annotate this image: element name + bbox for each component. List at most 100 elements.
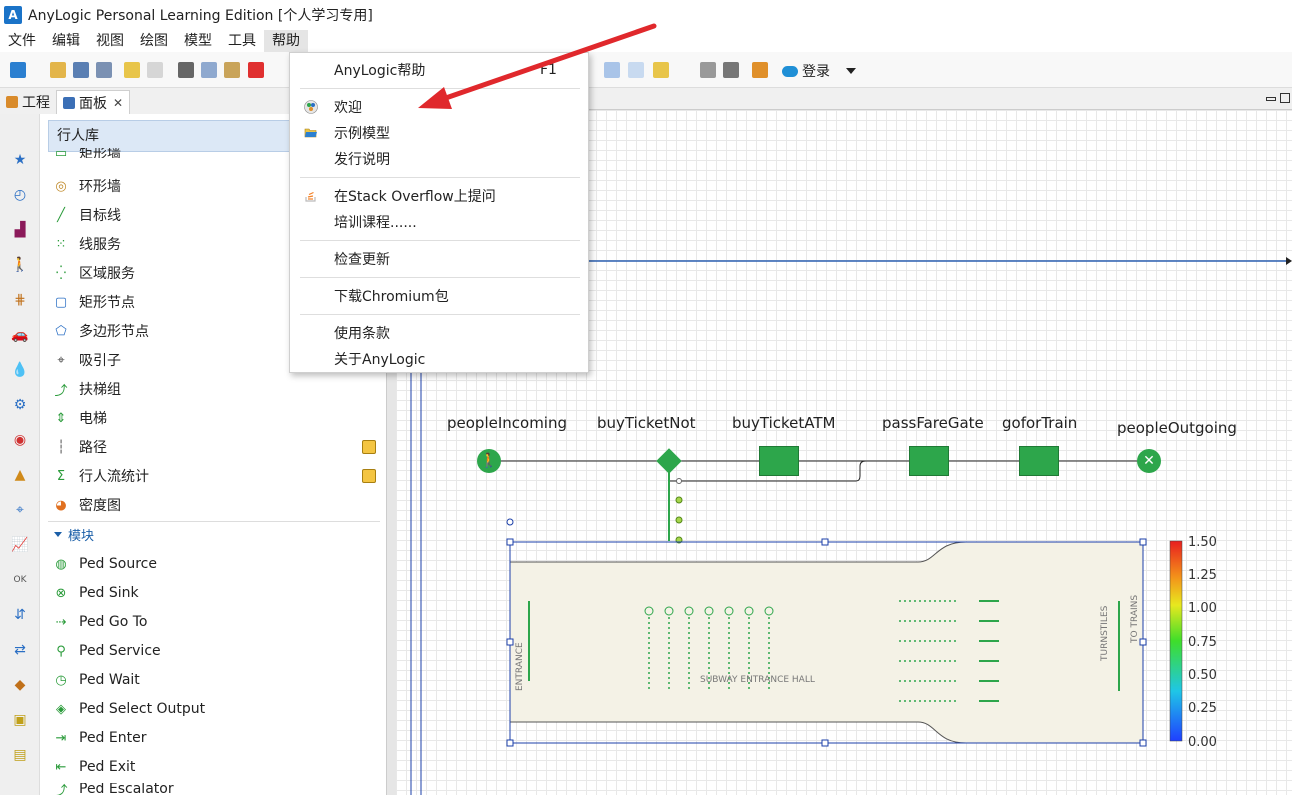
ped-service-block-fare-gate[interactable]	[909, 446, 949, 476]
palette-item-polygon-node[interactable]: ⬠ 多边形节点	[52, 320, 149, 342]
login-dropdown-icon[interactable]	[846, 68, 856, 74]
copy-icon[interactable]	[201, 62, 217, 78]
edit-path-icon[interactable]	[362, 440, 376, 454]
menu-item-release-notes[interactable]: 发行说明	[290, 147, 588, 171]
selection-handle[interactable]	[506, 739, 514, 747]
redo-icon[interactable]	[147, 62, 163, 78]
open-icon[interactable]	[50, 62, 66, 78]
new-model-icon[interactable]	[10, 62, 26, 78]
palette-item-label: Ped Go To	[79, 614, 148, 630]
menu-item-welcome[interactable]: 欢迎	[290, 95, 588, 119]
rail-library-icon[interactable]: ⋕	[10, 290, 30, 310]
cut-icon[interactable]	[178, 62, 194, 78]
menu-item-about-anylogic[interactable]: 关于AnyLogic	[290, 347, 588, 371]
save-all-icon[interactable]	[96, 62, 112, 78]
palette-item-ped-wait[interactable]: ◷ Ped Wait	[52, 669, 139, 691]
snap-icon[interactable]	[628, 62, 644, 78]
pictures-icon[interactable]: ◆	[10, 675, 30, 695]
palette-item-ped-go-to[interactable]: ⇢ Ped Go To	[52, 611, 148, 633]
minimize-icon[interactable]	[1266, 97, 1276, 101]
palette-item-ped-select-output[interactable]: ◈ Ped Select Output	[52, 698, 205, 720]
ped-source-block[interactable]: 🚶	[477, 449, 501, 473]
rotation-handle[interactable]	[506, 518, 514, 526]
selection-handle[interactable]	[506, 638, 514, 646]
space-markup-icon[interactable]: ⌖	[10, 500, 30, 520]
blocks-section-header[interactable]: 模块	[48, 521, 380, 547]
palette-item-flow-statistics[interactable]: Σ 行人流统计	[52, 465, 149, 487]
pedestrian-library-icon[interactable]: 🚶	[10, 255, 30, 275]
run-config-icon[interactable]	[723, 62, 739, 78]
palette-item-ring-wall[interactable]: ◎ 环形墙	[52, 175, 121, 197]
save-icon[interactable]	[73, 62, 89, 78]
palette-item-attractor[interactable]: ⌖ 吸引子	[52, 349, 121, 371]
edit-flow-statistics-icon[interactable]	[362, 469, 376, 483]
statechart-icon[interactable]: ◉	[10, 430, 30, 450]
menu-item-training-courses[interactable]: 培训课程......	[290, 210, 588, 234]
ped-sink-block[interactable]: ✕	[1137, 449, 1161, 473]
menu-view[interactable]: 视图	[88, 30, 132, 52]
maximize-icon[interactable]	[1280, 93, 1290, 103]
menu-item-terms-of-use[interactable]: 使用条款	[290, 321, 588, 345]
menu-item-check-updates[interactable]: 检查更新	[290, 247, 588, 271]
tab-palette[interactable]: 面板 ✕	[56, 90, 131, 114]
undo-icon[interactable]	[124, 62, 140, 78]
menu-item-anylogic-help[interactable]: AnyLogic帮助 F1	[290, 58, 588, 82]
selection-handle[interactable]	[1139, 638, 1147, 646]
road-library-icon[interactable]: 🚗	[10, 325, 30, 345]
palette-item-ped-source[interactable]: ◍ Ped Source	[52, 553, 157, 575]
controls-icon[interactable]: OK	[10, 570, 30, 590]
agent-library-icon[interactable]: ◴	[10, 185, 30, 205]
folder-icon[interactable]: ▤	[10, 745, 30, 765]
palette-item-rect-wall[interactable]: ▭ 矩形墙	[52, 148, 121, 158]
connectivity-icon[interactable]: ⇵	[10, 605, 30, 625]
menu-item-stack-overflow[interactable]: 在Stack Overflow上提问	[290, 184, 588, 208]
palette-item-service-area[interactable]: ⁛ 区域服务	[52, 262, 135, 284]
presentation-icon[interactable]: ▲	[10, 465, 30, 485]
palette-item-ped-exit[interactable]: ⇤ Ped Exit	[52, 756, 136, 778]
palette-item-ped-enter[interactable]: ⇥ Ped Enter	[52, 727, 147, 749]
polygon-node-icon: ⬠	[55, 323, 67, 339]
grid-icon[interactable]	[604, 62, 620, 78]
selection-handle[interactable]	[506, 538, 514, 546]
menu-item-download-chromium[interactable]: 下载Chromium包	[290, 284, 588, 308]
palette-item-elevator[interactable]: ⇕ 电梯	[52, 407, 107, 429]
selection-handle[interactable]	[1139, 538, 1147, 546]
layers-icon[interactable]	[653, 62, 669, 78]
menu-draw[interactable]: 绘图	[132, 30, 176, 52]
material-library-icon[interactable]: ⚙	[10, 395, 30, 415]
system-dynamics-icon[interactable]: ⇄	[10, 640, 30, 660]
menu-item-example-models[interactable]: 示例模型	[290, 121, 588, 145]
tab-project[interactable]: 工程	[0, 90, 56, 114]
selection-handle[interactable]	[821, 538, 829, 546]
ring-wall-icon: ◎	[55, 178, 67, 194]
palette-item-ped-service[interactable]: ⚲ Ped Service	[52, 640, 160, 662]
palette-item-rect-node[interactable]: ▢ 矩形节点	[52, 291, 135, 313]
selection-handle[interactable]	[1139, 739, 1147, 747]
close-icon[interactable]: ✕	[113, 96, 123, 110]
stack-icon[interactable]	[752, 62, 768, 78]
palette-item-ped-escalator[interactable]: ⤴ Ped Escalator	[52, 783, 173, 795]
build-icon[interactable]	[700, 62, 716, 78]
menu-help[interactable]: 帮助	[264, 30, 308, 52]
menu-model[interactable]: 模型	[176, 30, 220, 52]
ped-service-block-atm[interactable]	[759, 446, 799, 476]
process-library-icon[interactable]: ▟	[10, 220, 30, 240]
analysis-icon[interactable]: 📈	[10, 535, 30, 555]
palette-item-target-line[interactable]: ╱ 目标线	[52, 204, 121, 226]
palette-item-service-line[interactable]: ⁙ 线服务	[52, 233, 121, 255]
objects-3d-icon[interactable]: ▣	[10, 710, 30, 730]
ped-go-to-block[interactable]	[1019, 446, 1059, 476]
login-button[interactable]: 登录	[782, 61, 830, 81]
menu-file[interactable]: 文件	[0, 30, 44, 52]
palette-item-ped-sink[interactable]: ⊗ Ped Sink	[52, 582, 139, 604]
palette-item-escalator-group[interactable]: ⤴ 扶梯组	[52, 378, 121, 400]
paste-icon[interactable]	[224, 62, 240, 78]
palette-item-density-map[interactable]: ◕ 密度图	[52, 494, 121, 516]
favorites-icon[interactable]: ★	[10, 150, 30, 170]
delete-icon[interactable]	[248, 62, 264, 78]
fluid-library-icon[interactable]: 💧	[10, 360, 30, 380]
palette-item-path[interactable]: ┆ 路径	[52, 436, 107, 458]
menu-tools[interactable]: 工具	[220, 30, 264, 52]
selection-handle[interactable]	[821, 739, 829, 747]
menu-edit[interactable]: 编辑	[44, 30, 88, 52]
